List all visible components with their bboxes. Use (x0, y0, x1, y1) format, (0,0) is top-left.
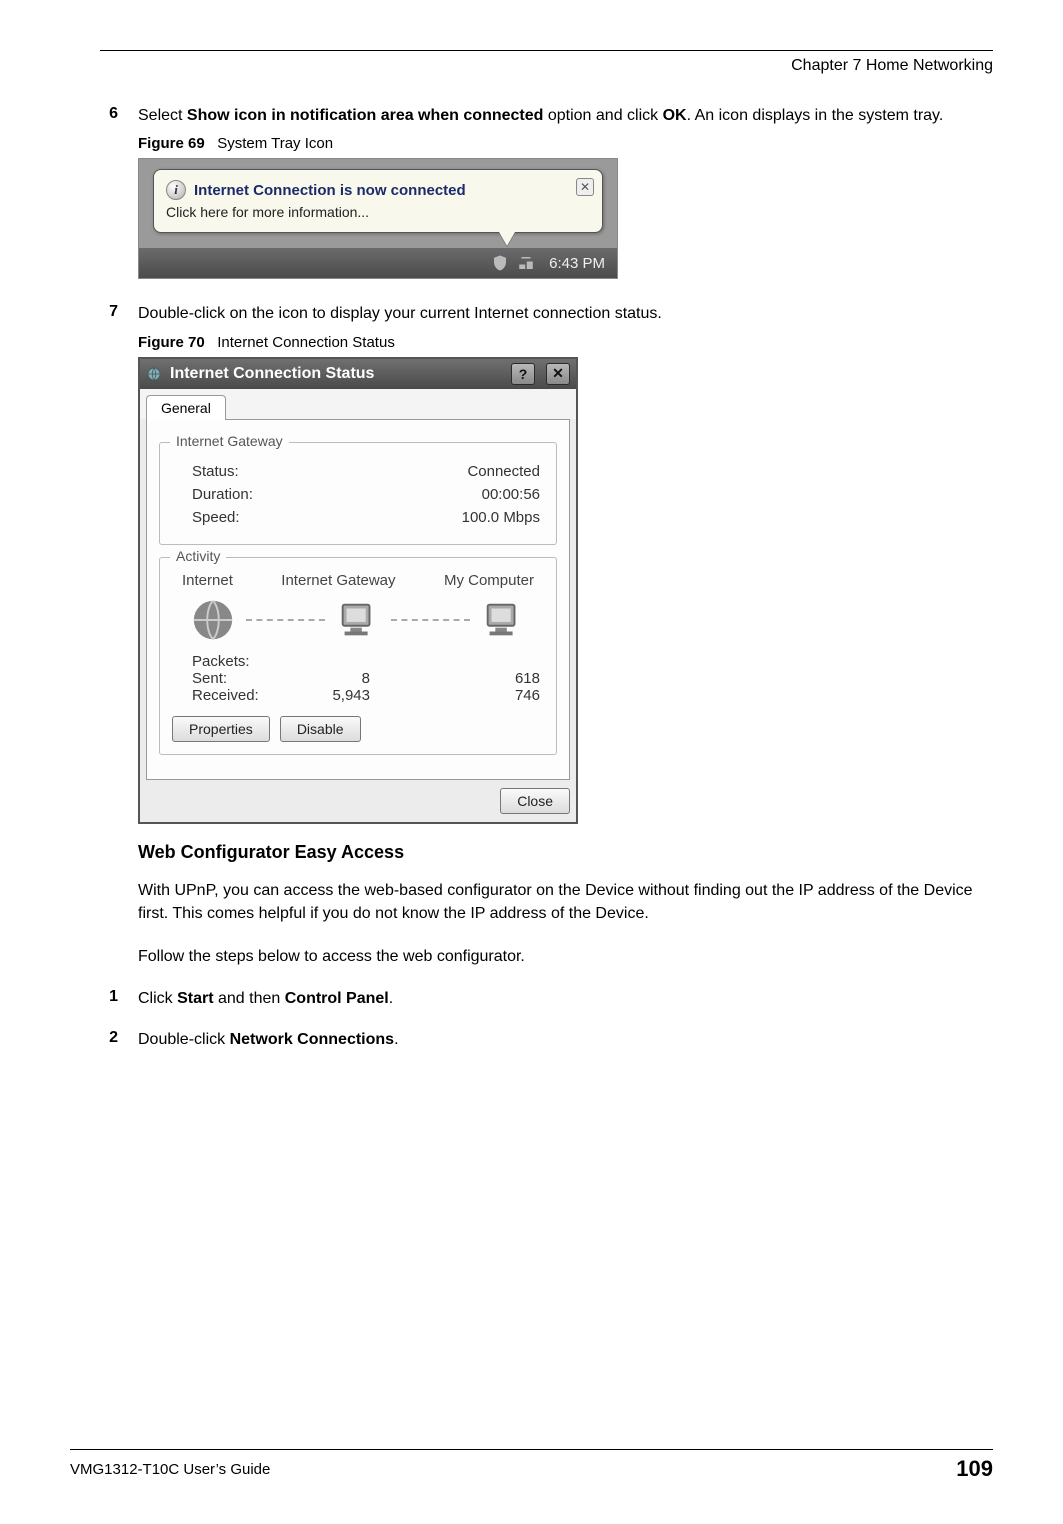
tab-strip: General (140, 389, 576, 419)
packets-block: Packets: Sent: 8 618 Received: 5,943 746 (192, 653, 540, 704)
step-number: 6 (100, 105, 118, 127)
bold-text: Control Panel (285, 990, 389, 1007)
connection-icon (146, 366, 162, 382)
connection-line (391, 619, 470, 621)
text: . (394, 1031, 398, 1048)
activity-icons (172, 589, 544, 649)
activity-buttons: Properties Disable (172, 716, 544, 742)
step-number: 2 (100, 1029, 118, 1051)
footer-guide-title: VMG1312-T10C User’s Guide (70, 1461, 270, 1478)
page-footer: VMG1312-T10C User’s Guide 109 (70, 1449, 993, 1482)
tab-general[interactable]: General (146, 395, 226, 420)
row-duration: Duration: 00:00:56 (192, 486, 540, 503)
window-title: Internet Connection Status (170, 365, 500, 383)
value: 100.0 Mbps (462, 509, 540, 526)
figure-title: System Tray Icon (217, 135, 333, 152)
label: Duration: (192, 486, 253, 503)
balloon-close-button[interactable]: ✕ (576, 178, 594, 196)
text: Click (138, 990, 177, 1007)
section-heading: Web Configurator Easy Access (138, 842, 993, 863)
row-received: Received: 5,943 746 (192, 687, 540, 704)
step-text: Select Show icon in notification area wh… (138, 105, 943, 127)
balloon-subtitle: Click here for more information... (166, 204, 568, 220)
text: . (389, 990, 393, 1007)
balloon-title: Internet Connection is now connected (194, 182, 466, 199)
chapter-header: Chapter 7 Home Networking (100, 57, 993, 75)
tray-clock: 6:43 PM (549, 255, 605, 272)
dialog-footer: Close (140, 788, 570, 814)
row-sent: Sent: 8 618 (192, 670, 540, 687)
step-6: 6 Select Show icon in notification area … (100, 105, 993, 127)
header-rule (100, 50, 993, 51)
label: Sent: (192, 670, 302, 687)
step-text: Click Start and then Control Panel. (138, 988, 393, 1010)
close-button[interactable]: Close (500, 788, 570, 814)
shield-icon (491, 254, 509, 272)
col-internet: Internet (182, 572, 233, 589)
text: option and click (543, 107, 662, 124)
step-number: 7 (100, 303, 118, 325)
connection-line (246, 619, 325, 621)
computer-icon (480, 597, 526, 643)
figure-70-connection-status-window: Internet Connection Status ? ✕ General I… (138, 357, 578, 824)
figure-69-systray: i Internet Connection is now connected C… (138, 158, 618, 279)
help-button[interactable]: ? (511, 363, 535, 385)
bold-text: Network Connections (230, 1031, 394, 1048)
text: Double-click (138, 1031, 230, 1048)
step-7: 7 Double-click on the icon to display yo… (100, 303, 993, 325)
group-activity: Activity Internet Internet Gateway My Co… (159, 557, 557, 755)
tab-panel-general: Internet Gateway Status: Connected Durat… (146, 419, 570, 780)
figure-70-caption: Figure 70 Internet Connection Status (138, 334, 993, 351)
document-page: Chapter 7 Home Networking 6 Select Show … (0, 0, 1063, 1524)
notification-balloon[interactable]: i Internet Connection is now connected C… (153, 169, 603, 233)
close-window-button[interactable]: ✕ (546, 363, 570, 385)
bold-text: OK (663, 107, 687, 124)
label: Received: (192, 687, 302, 704)
value-gateway: 5,943 (302, 687, 460, 704)
page-number: 109 (956, 1456, 993, 1482)
figure-title: Internet Connection Status (217, 334, 395, 351)
figure-label: Figure 69 (138, 135, 205, 152)
figure-69-caption: Figure 69 System Tray Icon (138, 135, 993, 152)
group-legend: Activity (170, 548, 226, 564)
bold-text: Start (177, 990, 213, 1007)
row-status: Status: Connected (192, 463, 540, 480)
col-gateway: Internet Gateway (281, 572, 395, 589)
label: Status: (192, 463, 239, 480)
bold-text: Show icon in notification area when conn… (187, 107, 543, 124)
taskbar: 6:43 PM (139, 247, 617, 278)
activity-headers: Internet Internet Gateway My Computer (172, 572, 544, 589)
step-1: 1 Click Start and then Control Panel. (100, 988, 993, 1010)
row-speed: Speed: 100.0 Mbps (192, 509, 540, 526)
paragraph: With UPnP, you can access the web-based … (138, 879, 993, 925)
window-titlebar[interactable]: Internet Connection Status ? ✕ (140, 359, 576, 389)
group-legend: Internet Gateway (170, 433, 289, 449)
globe-icon (190, 597, 236, 643)
value-computer: 746 (460, 687, 540, 704)
step-number: 1 (100, 988, 118, 1010)
info-icon: i (166, 180, 186, 200)
gateway-pc-icon (335, 597, 381, 643)
text: Select (138, 107, 187, 124)
packets-label: Packets: (192, 653, 540, 670)
properties-button[interactable]: Properties (172, 716, 270, 742)
text: . An icon displays in the system tray. (687, 107, 944, 124)
text: and then (214, 990, 285, 1007)
label: Speed: (192, 509, 240, 526)
col-computer: My Computer (444, 572, 534, 589)
step-text: Double-click Network Connections. (138, 1029, 399, 1051)
disable-button[interactable]: Disable (280, 716, 361, 742)
step-text: Double-click on the icon to display your… (138, 303, 662, 325)
value-gateway: 8 (302, 670, 460, 687)
value: 00:00:56 (482, 486, 540, 503)
value-computer: 618 (460, 670, 540, 687)
paragraph: Follow the steps below to access the web… (138, 945, 993, 968)
figure-label: Figure 70 (138, 334, 205, 351)
balloon-pointer (499, 232, 515, 246)
step-2: 2 Double-click Network Connections. (100, 1029, 993, 1051)
value: Connected (467, 463, 540, 480)
group-internet-gateway: Internet Gateway Status: Connected Durat… (159, 442, 557, 545)
network-icon[interactable] (517, 254, 535, 272)
